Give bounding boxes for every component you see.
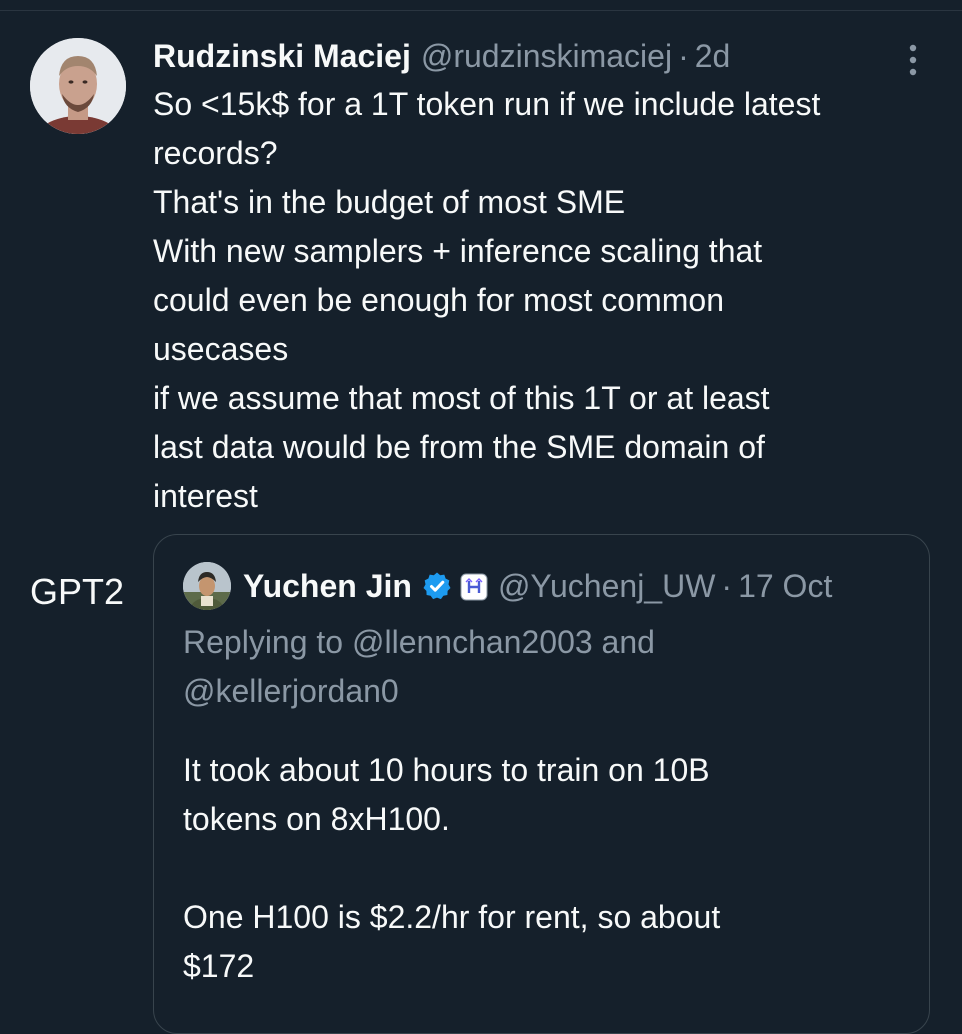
replying-to-line-2: @kellerjordan0 — [183, 667, 399, 715]
tweet-text-line: could even be enough for most common — [153, 282, 724, 318]
affiliate-badge-icon[interactable] — [460, 572, 488, 601]
quoted-text-line: tokens on 8xH100. — [183, 801, 450, 837]
quoted-tweet-text: It took about 10 hours to train on 10B t… — [183, 746, 913, 991]
tweet-text-line: That's in the budget of most SME — [153, 184, 626, 220]
quoted-text-line: One H100 is $2.2/hr for rent, so about — [183, 899, 721, 935]
more-options-button[interactable] — [898, 40, 928, 80]
quoted-tweet-timestamp[interactable]: 17 Oct — [738, 568, 832, 605]
author-handle[interactable]: @rudzinskimaciej — [421, 38, 672, 75]
more-vertical-icon — [909, 44, 917, 76]
tweet-text-line: records? — [153, 135, 278, 171]
tweet-text-line: With new samplers + inference scaling th… — [153, 233, 763, 269]
tweet-text-line: So <15k$ for a 1T token run if we includ… — [153, 86, 821, 122]
tweet-text-line: interest — [153, 478, 258, 514]
reply-mention-llennchan2003[interactable]: @llennchan2003 — [352, 624, 593, 660]
tweet-timestamp[interactable]: 2d — [695, 38, 731, 75]
avatar-photo — [183, 562, 231, 610]
verified-badge-icon — [422, 571, 452, 601]
tweet-text-line: if we assume that most of this 1T or at … — [153, 380, 770, 416]
quoted-text-line: $172 — [183, 948, 255, 984]
replying-to-and: and — [601, 624, 655, 660]
replying-to-line: Replying to @llennchan2003 and — [183, 618, 655, 666]
quoted-author-name[interactable]: Yuchen Jin — [243, 568, 412, 605]
side-label: GPT2 — [30, 571, 125, 612]
tweet-header: Rudzinski Maciej @rudzinskimaciej · 2d — [153, 34, 730, 78]
replying-to-prefix: Replying to — [183, 624, 344, 660]
tweet-text-line: last data would be from the SME domain o… — [153, 429, 765, 465]
author-avatar[interactable] — [30, 38, 126, 134]
quoted-author-avatar[interactable] — [183, 562, 231, 610]
header-separator: · — [678, 37, 689, 74]
quoted-tweet-header: Yuchen Jin @Yuchenj_UW · 17 Oct — [243, 564, 832, 608]
top-divider — [0, 10, 962, 11]
quoted-text-blank-line — [183, 844, 913, 893]
reply-mention-kellerjordan0[interactable]: @kellerjordan0 — [183, 673, 399, 709]
quoted-text-line: It took about 10 hours to train on 10B — [183, 752, 710, 788]
tweet-text-line: usecases — [153, 331, 289, 367]
header-separator: · — [721, 567, 733, 604]
author-name[interactable]: Rudzinski Maciej — [153, 38, 411, 75]
quoted-author-handle[interactable]: @Yuchenj_UW — [498, 568, 715, 605]
avatar-photo — [30, 38, 126, 134]
tweet-text: So <15k$ for a 1T token run if we includ… — [153, 80, 953, 521]
